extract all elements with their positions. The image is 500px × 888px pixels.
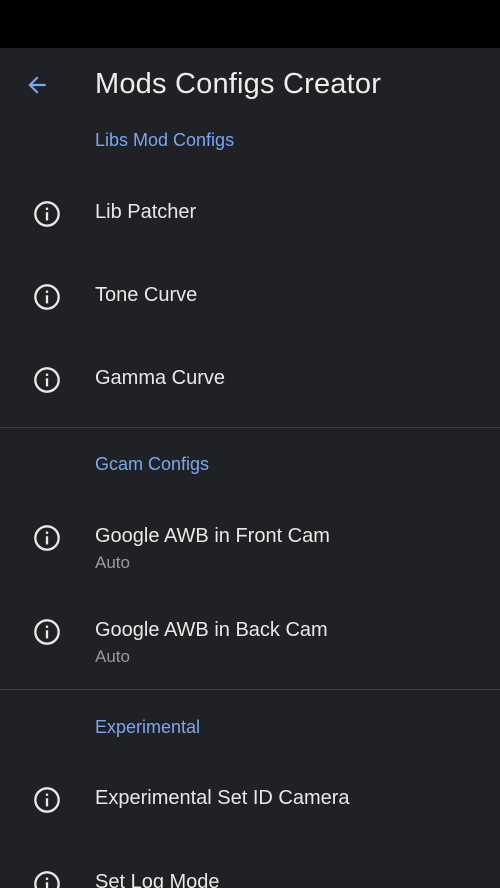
- page-title: Mods Configs Creator: [95, 68, 382, 100]
- pref-item-summary: Auto: [95, 553, 130, 572]
- section-header-libs-mod-configs: Libs Mod Configs: [95, 130, 235, 150]
- pref-item-title: Tone Curve: [95, 284, 198, 306]
- back-button[interactable]: [18, 66, 56, 104]
- info-icon: [34, 284, 60, 310]
- pref-item-gamma-curve[interactable]: Gamma Curve: [0, 339, 500, 427]
- pref-item-summary: Auto: [95, 647, 130, 666]
- pref-item-title: Gamma Curve: [95, 367, 226, 389]
- pref-item-title: Set Log Mode: [95, 871, 220, 888]
- pref-item-title: Experimental Set ID Camera: [95, 787, 350, 809]
- pref-item-tone-curve[interactable]: Tone Curve: [0, 256, 500, 339]
- info-icon: [34, 787, 60, 813]
- status-bar: [0, 0, 500, 48]
- info-icon: [34, 201, 60, 227]
- app-bar: Mods Configs Creator: [0, 48, 500, 122]
- pref-item-set-log-mode[interactable]: Set Log Mode: [0, 840, 500, 888]
- info-icon: [34, 525, 60, 551]
- pref-item-title: Lib Patcher: [95, 201, 197, 223]
- pref-item-google-awb-front-cam[interactable]: Google AWB in Front Cam Auto: [0, 492, 500, 586]
- section-header-experimental: Experimental: [95, 717, 201, 737]
- section-divider: [0, 427, 500, 428]
- info-icon: [34, 619, 60, 645]
- pref-item-google-awb-back-cam[interactable]: Google AWB in Back Cam Auto: [0, 586, 500, 689]
- pref-item-lib-patcher[interactable]: Lib Patcher: [0, 172, 500, 256]
- pref-item-title: Google AWB in Back Cam: [95, 619, 328, 641]
- pref-item-experimental-set-id-camera[interactable]: Experimental Set ID Camera: [0, 756, 500, 840]
- section-divider: [0, 689, 500, 690]
- section-header-gcam-configs: Gcam Configs: [95, 454, 210, 474]
- info-icon: [34, 367, 60, 393]
- preferences-list[interactable]: Libs Mod Configs Lib Patcher Tone Curve …: [0, 122, 500, 888]
- arrow-left-icon: [28, 76, 46, 94]
- pref-item-title: Google AWB in Front Cam: [95, 525, 330, 547]
- info-icon: [34, 871, 60, 888]
